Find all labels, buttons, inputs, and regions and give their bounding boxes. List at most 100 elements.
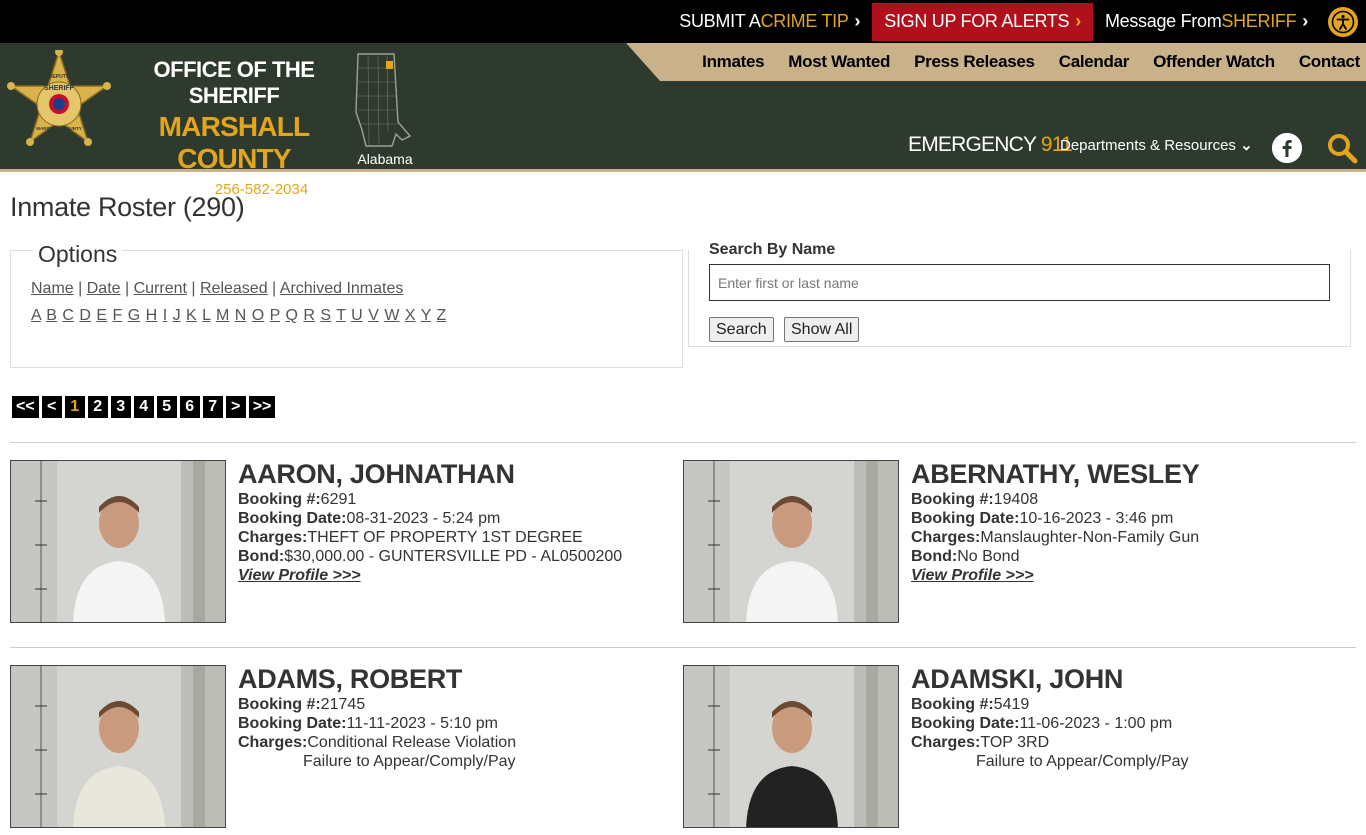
sort-current-link[interactable]: Current	[134, 280, 187, 297]
sort-name-link[interactable]: Name	[31, 280, 74, 297]
letter-filter-p[interactable]: P	[270, 307, 280, 324]
letter-filter-b[interactable]: B	[46, 307, 57, 324]
pager-page-2-button[interactable]: 2	[87, 396, 108, 418]
charges-label: Charges:	[911, 529, 981, 546]
accessibility-icon[interactable]	[1328, 6, 1358, 37]
letter-filter-j[interactable]: J	[173, 307, 181, 324]
inmate-info: ADAMSKI, JOHN Booking #:5419 Booking Date:…	[911, 663, 1351, 771]
pager-page-5-button[interactable]: 5	[156, 396, 177, 418]
submit-crime-tip-link[interactable]: SUBMIT A CRIME TIP ›	[667, 3, 872, 41]
bond-label: Bond:	[911, 548, 958, 565]
letter-filter: A B C D E F G H I J K L M N O P Q R S T …	[31, 307, 446, 325]
view-profile-link[interactable]: View Profile >>>	[911, 566, 1351, 585]
letter-filter-e[interactable]: E	[96, 307, 107, 324]
departments-resources-menu[interactable]: Departments & Resources ⌄	[1060, 136, 1253, 154]
inmate-name[interactable]: AARON, JOHNATHAN	[238, 458, 678, 490]
pager-page-4-button[interactable]: 4	[133, 396, 154, 418]
letter-filter-w[interactable]: W	[384, 307, 399, 324]
pager-page-1-button[interactable]: 1	[64, 396, 85, 418]
letter-filter-l[interactable]: L	[202, 307, 210, 324]
options-fieldset: Options Name | Date | Current | Released…	[10, 241, 683, 368]
view-profile-link[interactable]: View Profile >>>	[238, 566, 678, 585]
nav-press-releases[interactable]: Press Releases	[914, 52, 1035, 72]
nav-contact[interactable]: Contact	[1299, 52, 1360, 72]
sheriff-badge-logo[interactable]: DEPUTY SHERIFF MARSHALL COUNTY AL	[6, 50, 112, 164]
charges-row: Charges:Conditional Release Violation	[238, 733, 678, 752]
letter-filter-y[interactable]: Y	[421, 307, 431, 324]
brand-block: OFFICE OF THE SHERIFF MARSHALL COUNTY Ph…	[122, 57, 346, 198]
nav-inmates[interactable]: Inmates	[702, 52, 764, 72]
letter-filter-k[interactable]: K	[186, 307, 197, 324]
letter-filter-z[interactable]: Z	[437, 307, 447, 324]
facebook-icon[interactable]	[1272, 133, 1302, 163]
pager-last-page-button[interactable]: >>	[248, 396, 276, 418]
charges-row: Charges:Manslaughter-Non-Family Gun	[911, 528, 1351, 547]
booking-date-value: 11-06-2023 - 1:00 pm	[1019, 715, 1173, 732]
letter-filter-n[interactable]: N	[235, 307, 247, 324]
nav-most-wanted[interactable]: Most Wanted	[788, 52, 890, 72]
pager-next-page-button[interactable]: >	[225, 396, 246, 418]
pager-prev-page-button[interactable]: <	[41, 396, 62, 418]
booking-number-value: 19408	[993, 491, 1039, 508]
message-from-sheriff-link[interactable]: Message From SHERIFF ›	[1093, 3, 1320, 41]
charges-label: Charges:	[238, 529, 308, 546]
inmate-name[interactable]: ABERNATHY, WESLEY	[911, 458, 1351, 490]
inmate-name[interactable]: ADAMSKI, JOHN	[911, 663, 1351, 695]
sign-up-alerts-link[interactable]: SIGN UP FOR ALERTS ›	[872, 2, 1093, 41]
letter-filter-m[interactable]: M	[216, 307, 229, 324]
letter-filter-v[interactable]: V	[368, 307, 379, 324]
booking-number-value: 21745	[320, 696, 366, 713]
inmate-photo[interactable]	[10, 665, 226, 828]
inmate-card: ABERNATHY, WESLEY Booking #:19408 Booking …	[683, 459, 1343, 630]
letter-filter-g[interactable]: G	[128, 307, 140, 324]
emergency-911[interactable]: EMERGENCY 911	[908, 133, 1073, 157]
booking-date-label: Booking Date:	[911, 715, 1020, 732]
letter-filter-f[interactable]: F	[113, 307, 123, 324]
pager-first-page-button[interactable]: <<	[12, 396, 39, 418]
letter-filter-h[interactable]: H	[146, 307, 158, 324]
message-label: Message From	[1104, 11, 1222, 31]
inmate-photo[interactable]	[683, 665, 899, 828]
pager-page-3-button[interactable]: 3	[110, 396, 131, 418]
nav-offender-watch[interactable]: Offender Watch	[1153, 52, 1275, 72]
search-icon[interactable]	[1326, 132, 1358, 164]
departments-label: Departments & Resources	[1060, 137, 1236, 154]
letter-filter-i[interactable]: I	[163, 307, 167, 324]
booking-number-value: 6291	[320, 491, 357, 508]
bond-value: $30,000.00 - GUNTERSVILLE PD - AL0500200	[284, 548, 623, 565]
letter-filter-s[interactable]: S	[320, 307, 331, 324]
nav-calendar[interactable]: Calendar	[1059, 52, 1130, 72]
show-all-button[interactable]: Show All	[784, 317, 860, 342]
booking-number-row: Booking #:19408	[911, 490, 1351, 509]
archived-inmates-link[interactable]: Archived Inmates	[280, 280, 404, 297]
booking-number-label: Booking #:	[238, 696, 321, 713]
search-button[interactable]: Search	[709, 317, 774, 342]
sort-released-link[interactable]: Released	[200, 280, 268, 297]
county-title: MARSHALL COUNTY	[158, 111, 311, 174]
sort-date-link[interactable]: Date	[87, 280, 121, 297]
chevron-right-icon: ›	[1302, 11, 1308, 31]
charge-value: TOP 3RD	[980, 734, 1050, 751]
pager-page-7-button[interactable]: 7	[202, 396, 223, 418]
bond-row: Bond:$30,000.00 - GUNTERSVILLE PD - AL05…	[238, 547, 678, 566]
letter-filter-q[interactable]: Q	[285, 307, 297, 324]
booking-number-value: 5419	[993, 696, 1030, 713]
letter-filter-x[interactable]: X	[405, 307, 416, 324]
letter-filter-u[interactable]: U	[351, 307, 363, 324]
letter-filter-r[interactable]: R	[303, 307, 315, 324]
charges-row: Charges:THEFT OF PROPERTY 1ST DEGREE	[238, 528, 678, 547]
crime-tip-highlight: CRIME TIP	[760, 11, 849, 31]
inmate-photo[interactable]	[10, 460, 226, 623]
inmate-photo[interactable]	[683, 460, 899, 623]
letter-filter-t[interactable]: T	[336, 307, 345, 324]
letter-filter-c[interactable]: C	[62, 307, 74, 324]
letter-filter-d[interactable]: D	[79, 307, 91, 324]
letter-filter-a[interactable]: A	[31, 307, 41, 324]
pager-page-6-button[interactable]: 6	[179, 396, 200, 418]
inmate-name[interactable]: ADAMS, ROBERT	[238, 663, 678, 695]
inmate-info: AARON, JOHNATHAN Booking #:6291 Booking Da…	[238, 458, 678, 585]
charge-value: Failure to Appear/Comply/Pay	[976, 753, 1189, 770]
inmate-info: ABERNATHY, WESLEY Booking #:19408 Booking …	[911, 458, 1351, 585]
search-name-input[interactable]	[709, 264, 1330, 301]
letter-filter-o[interactable]: O	[252, 307, 264, 324]
